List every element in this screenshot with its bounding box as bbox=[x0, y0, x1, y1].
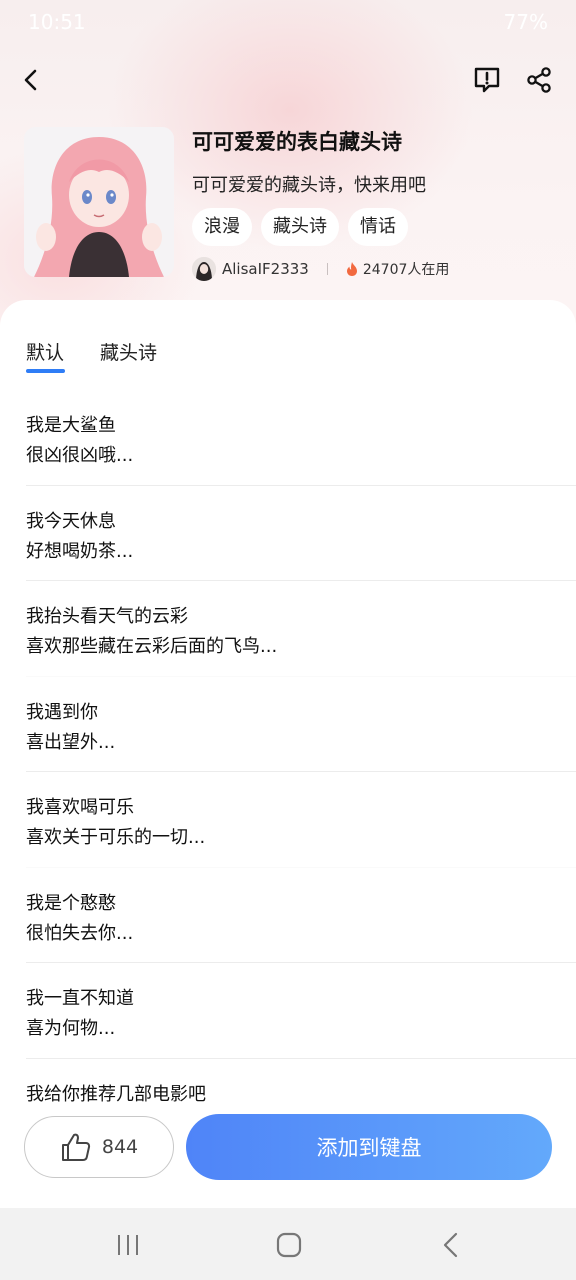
poem-line1: 我喜欢喝可乐 bbox=[26, 797, 134, 818]
report-icon bbox=[474, 67, 500, 93]
list-item[interactable]: 我一直不知道 喜为何物... bbox=[26, 963, 576, 1059]
list-item[interactable]: 我抬头看天气的云彩 喜欢那些藏在云彩后面的飞鸟... bbox=[26, 581, 576, 677]
users-count: 24707人在用 bbox=[362, 262, 450, 278]
bottom-action-bar: 844 添加到键盘 bbox=[0, 1104, 576, 1208]
author-name[interactable]: AlisaIF2333 bbox=[222, 260, 309, 278]
poem-line1: 我今天休息 bbox=[26, 510, 116, 532]
recent-apps-icon bbox=[118, 1235, 138, 1255]
tag-acrostic[interactable]: 藏头诗 bbox=[261, 208, 339, 246]
report-button[interactable] bbox=[465, 58, 509, 102]
like-button[interactable]: 844 bbox=[24, 1116, 174, 1178]
author-avatar[interactable] bbox=[192, 257, 216, 281]
status-time: 10:51 bbox=[28, 10, 86, 34]
recent-apps-button[interactable] bbox=[113, 1232, 143, 1258]
battery-level: 77% bbox=[503, 10, 548, 34]
system-back-button[interactable] bbox=[436, 1232, 466, 1258]
list-item[interactable]: 我今天休息 好想喝奶茶... bbox=[26, 486, 576, 581]
poem-line1: 我抬头看天气的云彩 bbox=[26, 606, 188, 627]
anime-girl-illustration bbox=[24, 127, 174, 277]
poem-line2: 喜出望外... bbox=[26, 731, 116, 753]
tab-bar: 默认 藏头诗 bbox=[26, 338, 157, 373]
system-navigation-bar bbox=[0, 1208, 576, 1280]
list-item[interactable]: 我遇到你 喜出望外... bbox=[26, 677, 576, 772]
poem-line2: 喜为何物... bbox=[26, 1018, 116, 1039]
like-count: 844 bbox=[101, 1136, 139, 1158]
fire-icon bbox=[346, 262, 357, 276]
poem-line2: 很怕失去你... bbox=[26, 922, 134, 944]
add-to-keyboard-button[interactable]: 添加到键盘 bbox=[186, 1114, 552, 1180]
tag-love-words[interactable]: 情话 bbox=[348, 208, 408, 246]
list-item[interactable]: 我喜欢喝可乐 喜欢关于可乐的一切... bbox=[26, 772, 576, 868]
top-navigation bbox=[0, 56, 576, 108]
share-icon bbox=[527, 67, 551, 93]
back-button[interactable] bbox=[10, 58, 54, 102]
tab-default[interactable]: 默认 bbox=[26, 338, 66, 373]
poem-list: 我是大鲨鱼 很凶很凶哦... 我今天休息 好想喝奶茶... 我抬头看天气的云彩 … bbox=[26, 390, 576, 1154]
page-subtitle: 可可爱爱的藏头诗，快来用吧 bbox=[192, 175, 426, 196]
system-back-icon bbox=[443, 1232, 458, 1258]
poem-line1: 我是个憨憨 bbox=[26, 892, 116, 914]
meta-divider bbox=[326, 263, 328, 275]
poem-line2: 喜欢关于可乐的一切... bbox=[26, 827, 206, 848]
poem-line2: 好想喝奶茶... bbox=[26, 540, 134, 562]
cover-image bbox=[24, 127, 174, 277]
poem-line1: 我是大鲨鱼 bbox=[26, 415, 116, 436]
poem-line1: 我一直不知道 bbox=[26, 988, 134, 1009]
tag-romantic[interactable]: 浪漫 bbox=[192, 208, 252, 246]
status-bar: 10:51 77% bbox=[0, 0, 576, 44]
list-item[interactable]: 我是大鲨鱼 很凶很凶哦... bbox=[26, 390, 576, 486]
back-arrow-icon bbox=[24, 69, 37, 91]
poem-line2: 喜欢那些藏在云彩后面的飞鸟... bbox=[26, 636, 278, 657]
home-button[interactable] bbox=[274, 1232, 304, 1258]
list-item[interactable]: 我是个憨憨 很怕失去你... bbox=[26, 868, 576, 963]
poem-line2: 很凶很凶哦... bbox=[26, 445, 134, 466]
page-title: 可可爱爱的表白藏头诗 bbox=[192, 130, 402, 154]
author-meta: AlisaIF2333 24707人在用 bbox=[192, 256, 449, 282]
tab-acrostic-poems[interactable]: 藏头诗 bbox=[100, 338, 157, 372]
home-icon bbox=[276, 1232, 302, 1258]
thumbs-up-icon bbox=[61, 1133, 90, 1161]
poem-line1: 我遇到你 bbox=[26, 701, 98, 723]
share-button[interactable] bbox=[517, 58, 561, 102]
tag-list: 浪漫 藏头诗 情话 bbox=[192, 208, 408, 246]
